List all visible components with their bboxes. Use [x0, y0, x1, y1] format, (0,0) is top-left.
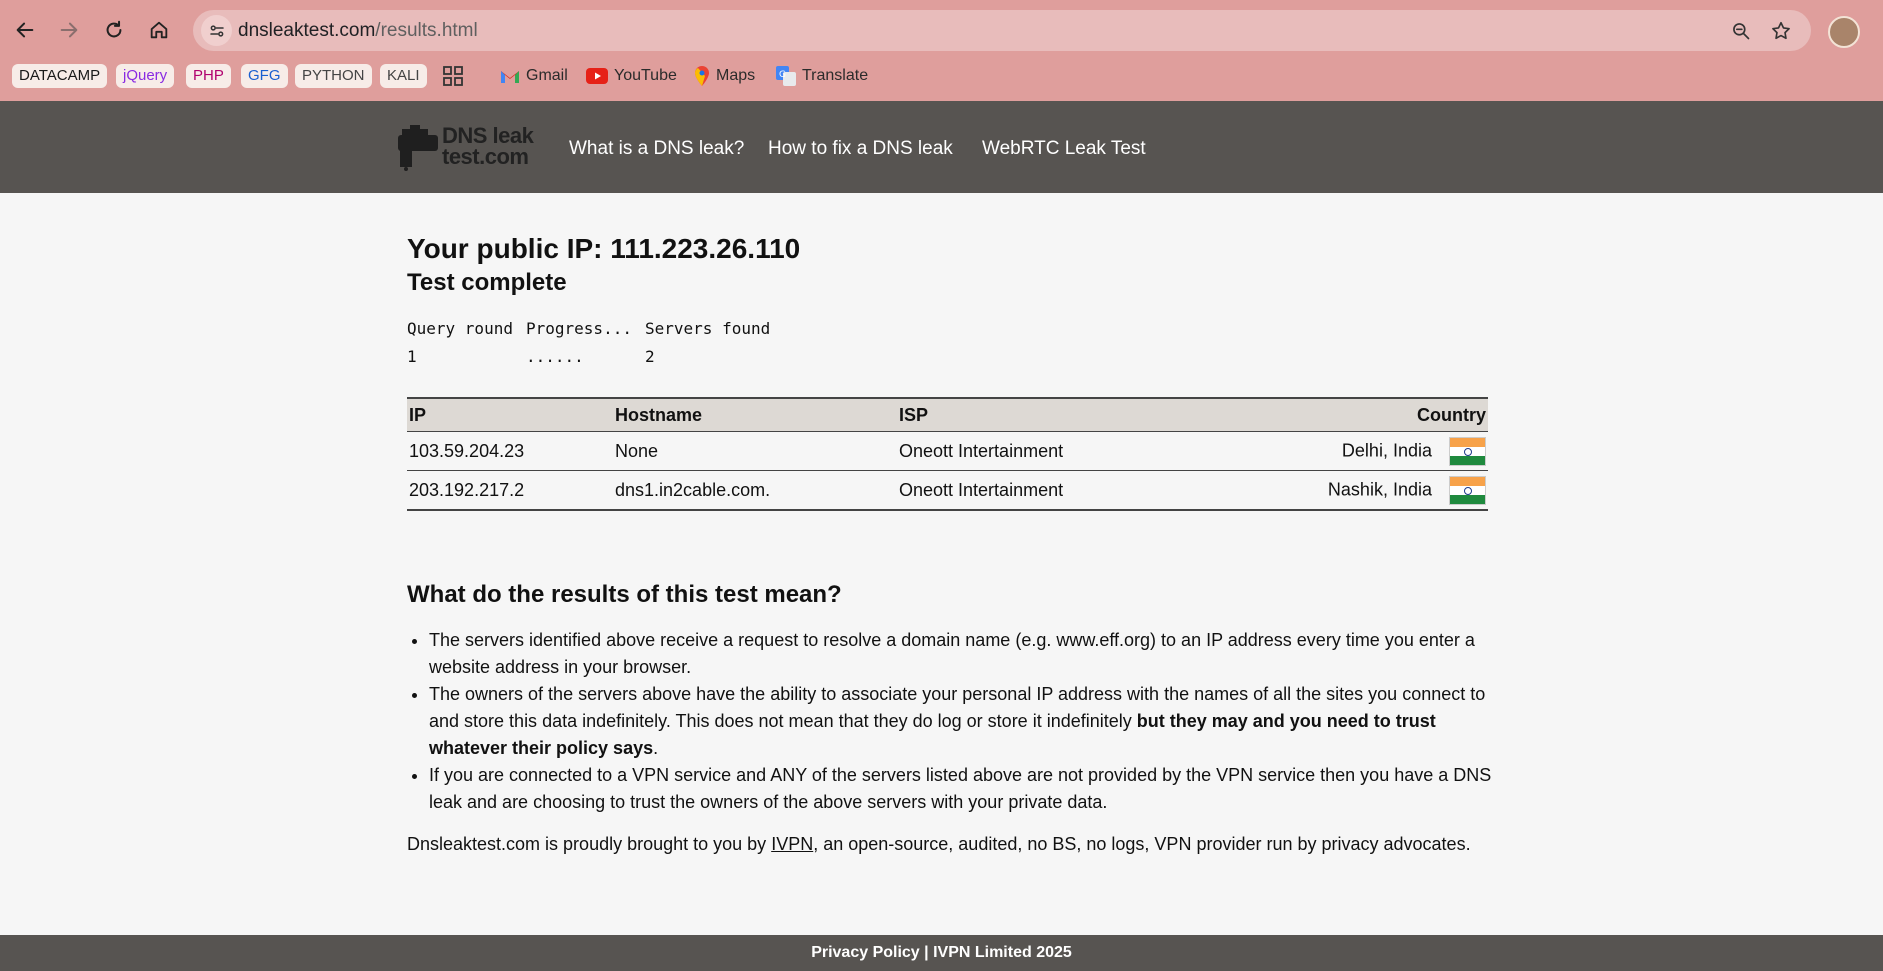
table-row: 103.59.204.23 None Oneott Intertainment … — [407, 431, 1488, 471]
bookmark-php[interactable]: PHP — [186, 64, 231, 88]
zoom-icon[interactable] — [1729, 19, 1753, 43]
cell-hostname: dns1.in2cable.com. — [613, 470, 897, 511]
cell-isp: Oneott Intertainment — [897, 470, 1201, 511]
bookmark-label: Translate — [802, 67, 869, 84]
bookmark-label: jQuery — [123, 67, 168, 84]
logo-line-1: DNS leak — [442, 123, 534, 148]
bookmark-label: DATACAMP — [19, 67, 101, 84]
back-button[interactable] — [10, 15, 40, 45]
bookmark-translate[interactable]: G Translate — [776, 64, 868, 88]
table-header-row: IP Hostname ISP Country — [407, 397, 1488, 432]
col-header-isp: ISP — [897, 397, 1201, 432]
query-round-value: 1 — [407, 347, 417, 366]
maps-pin-icon — [695, 66, 709, 86]
nav-webrtc-test[interactable]: WebRTC Leak Test — [982, 138, 1146, 160]
bookmark-jquery[interactable]: jQuery — [116, 64, 175, 88]
logo-line-2: test.com — [442, 144, 529, 169]
address-bar[interactable]: dnsleaktest.com/results.html — [193, 10, 1811, 51]
query-progress-value: ...... — [526, 347, 584, 366]
credit-text: , an open-source, audited, no BS, no log… — [813, 834, 1471, 854]
bookmark-label: GFG — [248, 67, 281, 84]
bookmark-label: KALI — [387, 67, 420, 84]
bookmark-star-icon[interactable] — [1769, 19, 1793, 43]
cell-isp: Oneott Intertainment — [897, 431, 1201, 471]
gmail-icon — [501, 71, 519, 83]
query-servers-value: 2 — [645, 347, 655, 366]
india-flag-icon — [1449, 475, 1486, 505]
query-header-servers: Servers found — [645, 319, 771, 338]
list-item: The servers identified above receive a r… — [429, 627, 1494, 681]
bookmark-maps[interactable]: Maps — [694, 64, 755, 88]
india-flag-icon — [1449, 436, 1486, 466]
forward-button[interactable] — [54, 15, 84, 45]
bookmark-label: Maps — [716, 67, 756, 84]
bookmark-python[interactable]: PYTHON — [295, 64, 372, 88]
site-logo[interactable]: DNS leak test.com — [396, 123, 544, 173]
url-path: /results.html — [375, 20, 478, 41]
nav-how-to-fix[interactable]: How to fix a DNS leak — [768, 138, 953, 160]
test-status: Test complete — [407, 269, 567, 296]
bookmarks-bar: DATACAMP jQuery PHP GFG PYTHON KALI Gmai… — [0, 62, 1883, 92]
cell-ip: 103.59.204.23 — [407, 431, 613, 471]
svg-text:G: G — [779, 70, 786, 80]
bookmark-youtube[interactable]: YouTube — [586, 64, 677, 88]
url-text[interactable]: dnsleaktest.com/results.html — [238, 20, 478, 42]
public-ip-heading: Your public IP: 111.223.26.110 — [407, 233, 801, 264]
list-item: The owners of the servers above have the… — [429, 681, 1494, 762]
query-header-round: Query round — [407, 319, 513, 338]
list-item-text: . — [653, 738, 659, 758]
credit-text: Dnsleaktest.com is proudly brought to yo… — [407, 834, 772, 854]
table-row: 203.192.217.2 dns1.in2cable.com. Oneott … — [407, 470, 1488, 511]
query-header-progress: Progress... — [526, 319, 632, 338]
bookmark-label: Gmail — [526, 67, 568, 84]
col-header-ip: IP — [407, 397, 613, 432]
apps-grid-icon[interactable] — [443, 66, 463, 91]
translate-icon: G — [776, 66, 796, 86]
col-header-hostname: Hostname — [613, 397, 897, 432]
home-icon — [150, 21, 168, 39]
dns-servers-table: IP Hostname ISP Country 103.59.204.23 No… — [407, 397, 1488, 511]
youtube-icon — [586, 68, 608, 84]
cell-country: Delhi, India — [1201, 431, 1488, 471]
bookmark-gfg[interactable]: GFG — [241, 64, 288, 88]
bookmark-label: PHP — [193, 67, 224, 84]
site-info-icon[interactable] — [201, 15, 232, 46]
cell-hostname: None — [613, 431, 897, 471]
bookmark-gmail[interactable]: Gmail — [500, 64, 568, 88]
faucet-logo-icon — [398, 125, 438, 171]
reload-button[interactable] — [99, 15, 129, 45]
country-text: Nashik, India — [1327, 478, 1432, 499]
forward-arrow-icon — [60, 22, 78, 38]
credit-paragraph: Dnsleaktest.com is proudly brought to yo… — [407, 834, 1471, 855]
logo-text: DNS leak test.com — [442, 123, 534, 169]
col-header-country: Country — [1201, 397, 1488, 432]
back-arrow-icon — [16, 22, 34, 38]
bookmark-kali[interactable]: KALI — [380, 64, 427, 88]
browser-toolbar: dnsleaktest.com/results.html — [0, 0, 1883, 59]
site-header: DNS leak test.com What is a DNS leak? Ho… — [0, 101, 1883, 193]
cell-country: Nashik, India — [1201, 470, 1488, 511]
bookmark-label: PYTHON — [302, 67, 365, 84]
url-domain: dnsleaktest.com — [238, 20, 376, 41]
bookmark-datacamp[interactable]: DATACAMP — [12, 64, 108, 88]
cell-ip: 203.192.217.2 — [407, 470, 613, 511]
nav-what-is-dns-leak[interactable]: What is a DNS leak? — [569, 138, 744, 160]
results-meaning-heading: What do the results of this test mean? — [407, 581, 842, 608]
reload-icon — [106, 20, 122, 38]
browser-chrome: dnsleaktest.com/results.html DATACAMP jQ… — [0, 0, 1883, 101]
list-item: If you are connected to a VPN service an… — [429, 762, 1494, 816]
profile-avatar[interactable] — [1828, 16, 1860, 48]
site-footer[interactable]: Privacy Policy | IVPN Limited 2025 — [0, 935, 1883, 971]
results-explanation-list: The servers identified above receive a r… — [407, 627, 1494, 816]
bookmark-label: YouTube — [614, 67, 677, 84]
home-button[interactable] — [144, 15, 174, 45]
country-text: Delhi, India — [1341, 439, 1432, 460]
ivpn-link[interactable]: IVPN — [771, 834, 813, 854]
